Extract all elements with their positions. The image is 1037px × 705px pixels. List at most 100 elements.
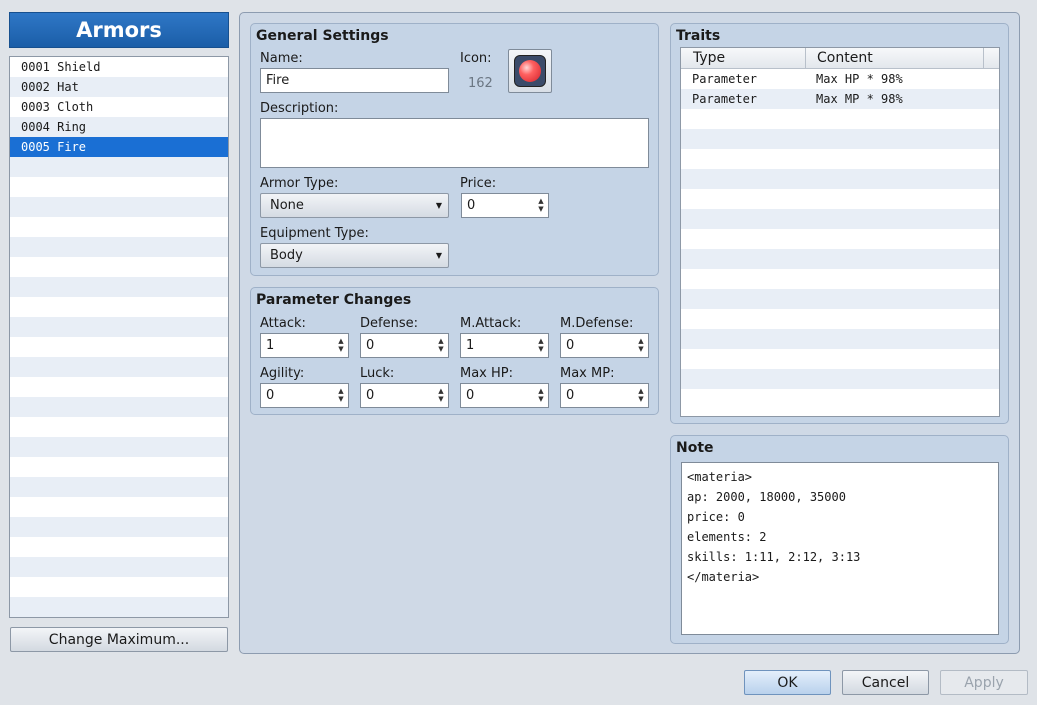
empty-table-row[interactable] xyxy=(681,349,999,369)
equipment-type-label: Equipment Type: xyxy=(260,226,369,241)
empty-list-row[interactable] xyxy=(10,277,228,297)
maxmp-stepper[interactable]: 0 ▲ ▼ xyxy=(560,383,649,408)
empty-list-row[interactable] xyxy=(10,157,228,177)
empty-table-row[interactable] xyxy=(681,109,999,129)
maxhp-value: 0 xyxy=(466,388,475,403)
empty-list-row[interactable] xyxy=(10,517,228,537)
empty-table-row[interactable] xyxy=(681,289,999,309)
empty-list-row[interactable] xyxy=(10,257,228,277)
empty-list-row[interactable] xyxy=(10,317,228,337)
luck-stepper[interactable]: 0 ▲ ▼ xyxy=(360,383,449,408)
spin-arrows-icon[interactable]: ▲ ▼ xyxy=(337,337,345,354)
spin-arrows-icon[interactable]: ▲ ▼ xyxy=(537,387,545,404)
price-stepper[interactable]: 0 ▲ ▼ xyxy=(461,193,549,218)
armor-type-select[interactable]: None ▼ xyxy=(260,193,449,218)
column-header-type[interactable]: Type xyxy=(693,48,725,69)
empty-table-row[interactable] xyxy=(681,329,999,349)
spin-arrows-icon[interactable]: ▲ ▼ xyxy=(537,337,545,354)
maxmp-label: Max MP: xyxy=(560,366,615,381)
spin-arrows-icon[interactable]: ▲ ▼ xyxy=(637,337,645,354)
group-title: Traits xyxy=(676,28,721,44)
spin-arrows-icon[interactable]: ▲ ▼ xyxy=(637,387,645,404)
empty-table-row[interactable] xyxy=(681,369,999,389)
empty-list-row[interactable] xyxy=(10,217,228,237)
agility-stepper[interactable]: 0 ▲ ▼ xyxy=(260,383,349,408)
spin-arrows-icon[interactable]: ▲ ▼ xyxy=(437,337,445,354)
mattack-stepper[interactable]: 1 ▲ ▼ xyxy=(460,333,549,358)
chevron-down-icon: ▼ xyxy=(435,251,442,260)
note-group: Note <materia> ap: 2000, 18000, 35000 pr… xyxy=(670,435,1009,644)
icon-picker-button[interactable] xyxy=(508,49,552,93)
column-divider xyxy=(983,48,984,69)
luck-label: Luck: xyxy=(360,366,395,381)
empty-table-row[interactable] xyxy=(681,269,999,289)
defense-value: 0 xyxy=(366,338,375,353)
attack-stepper[interactable]: 1 ▲ ▼ xyxy=(260,333,349,358)
list-item[interactable]: 0002 Hat xyxy=(10,77,228,97)
description-field[interactable] xyxy=(260,118,649,168)
luck-value: 0 xyxy=(366,388,375,403)
armor-editor-panel: General Settings Name: Fire Icon: 162 De… xyxy=(239,12,1020,654)
price-value: 0 xyxy=(467,198,476,213)
empty-list-row[interactable] xyxy=(10,357,228,377)
empty-table-row[interactable] xyxy=(681,309,999,329)
spin-arrows-icon[interactable]: ▲ ▼ xyxy=(337,387,345,404)
equipment-type-select[interactable]: Body ▼ xyxy=(260,243,449,268)
parameter-changes-group: Parameter Changes Attack: 1 ▲ ▼ Defense: … xyxy=(250,287,659,415)
general-settings-group: General Settings Name: Fire Icon: 162 De… xyxy=(250,23,659,276)
empty-list-row[interactable] xyxy=(10,297,228,317)
empty-list-row[interactable] xyxy=(10,477,228,497)
mdefense-stepper[interactable]: 0 ▲ ▼ xyxy=(560,333,649,358)
empty-table-row[interactable] xyxy=(681,169,999,189)
ok-button[interactable]: OK xyxy=(744,670,831,695)
group-title: Note xyxy=(676,440,714,456)
database-title: Armors xyxy=(9,12,229,48)
empty-list-row[interactable] xyxy=(10,337,228,357)
empty-list-row[interactable] xyxy=(10,497,228,517)
change-maximum-button[interactable]: Change Maximum... xyxy=(10,627,228,652)
empty-list-row[interactable] xyxy=(10,617,228,618)
armor-type-label: Armor Type: xyxy=(260,176,339,191)
empty-list-row[interactable] xyxy=(10,597,228,617)
table-row[interactable]: Parameter Max MP * 98% xyxy=(681,89,999,109)
spin-arrows-icon[interactable]: ▲ ▼ xyxy=(537,197,545,214)
list-item[interactable]: 0003 Cloth xyxy=(10,97,228,117)
note-textarea[interactable]: <materia> ap: 2000, 18000, 35000 price: … xyxy=(681,462,999,635)
mattack-value: 1 xyxy=(466,338,475,353)
trait-content-cell: Max HP * 98% xyxy=(816,72,903,86)
empty-list-row[interactable] xyxy=(10,437,228,457)
traits-body: Parameter Max HP * 98% Parameter Max MP … xyxy=(681,69,999,409)
name-field[interactable]: Fire xyxy=(260,68,449,93)
column-divider xyxy=(805,48,806,69)
empty-table-row[interactable] xyxy=(681,189,999,209)
maxhp-stepper[interactable]: 0 ▲ ▼ xyxy=(460,383,549,408)
empty-list-row[interactable] xyxy=(10,197,228,217)
empty-table-row[interactable] xyxy=(681,249,999,269)
armor-list[interactable]: 0001 Shield 0002 Hat 0003 Cloth 0004 Rin… xyxy=(9,56,229,618)
table-row[interactable]: Parameter Max HP * 98% xyxy=(681,69,999,89)
list-item[interactable]: 0001 Shield xyxy=(10,57,228,77)
empty-list-row[interactable] xyxy=(10,577,228,597)
traits-table[interactable]: Type Content Parameter Max HP * 98% Para… xyxy=(680,47,1000,417)
column-header-content[interactable]: Content xyxy=(817,48,873,69)
spin-arrows-icon[interactable]: ▲ ▼ xyxy=(437,387,445,404)
empty-table-row[interactable] xyxy=(681,149,999,169)
empty-list-row[interactable] xyxy=(10,537,228,557)
empty-list-row[interactable] xyxy=(10,417,228,437)
empty-list-row[interactable] xyxy=(10,377,228,397)
empty-list-row[interactable] xyxy=(10,177,228,197)
list-item[interactable]: 0004 Ring xyxy=(10,117,228,137)
empty-table-row[interactable] xyxy=(681,129,999,149)
cancel-button[interactable]: Cancel xyxy=(842,670,929,695)
empty-table-row[interactable] xyxy=(681,229,999,249)
empty-list-row[interactable] xyxy=(10,557,228,577)
attack-value: 1 xyxy=(266,338,275,353)
empty-list-row[interactable] xyxy=(10,237,228,257)
defense-stepper[interactable]: 0 ▲ ▼ xyxy=(360,333,449,358)
apply-button[interactable]: Apply xyxy=(940,670,1028,695)
list-item-selected[interactable]: 0005 Fire xyxy=(10,137,228,157)
empty-table-row[interactable] xyxy=(681,209,999,229)
empty-list-row[interactable] xyxy=(10,397,228,417)
empty-table-row[interactable] xyxy=(681,389,999,409)
empty-list-row[interactable] xyxy=(10,457,228,477)
